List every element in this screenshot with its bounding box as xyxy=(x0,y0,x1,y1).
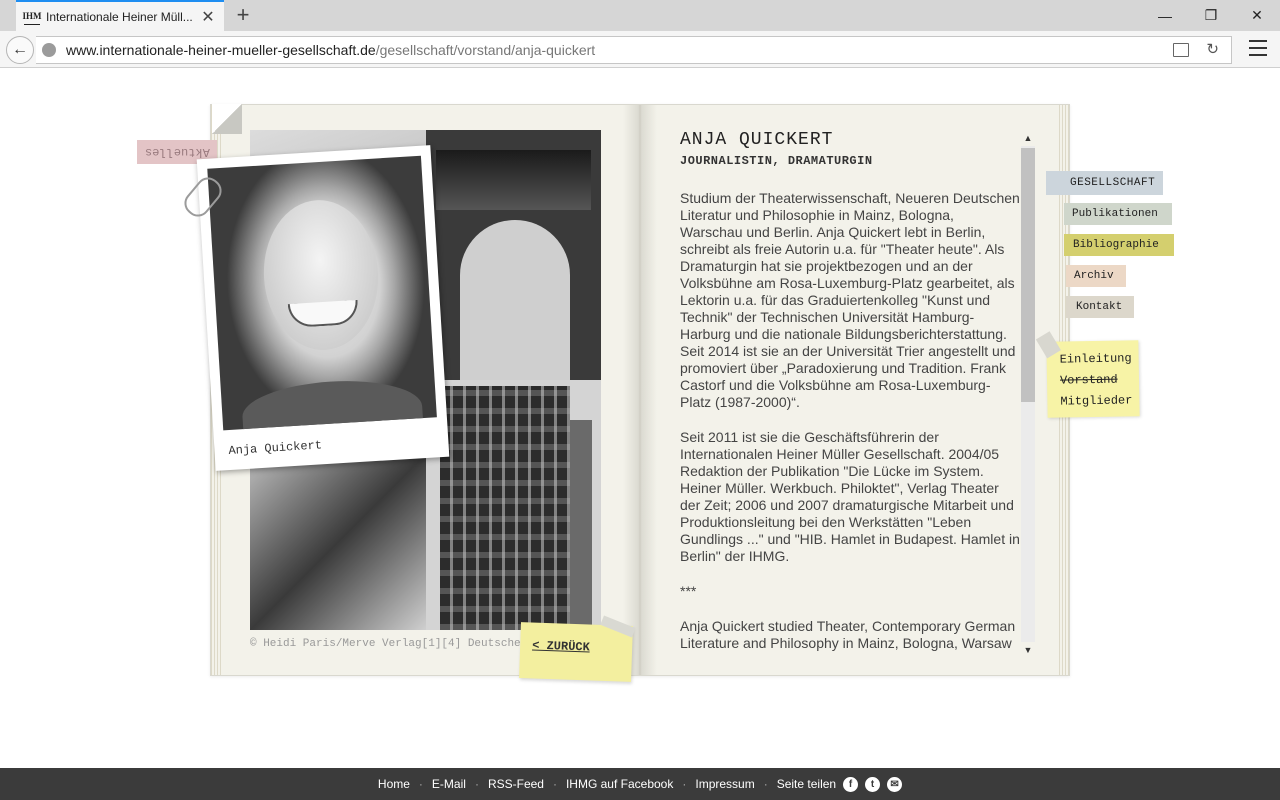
reader-view-icon[interactable] xyxy=(1173,43,1189,57)
browser-tab-bar: IHM Internationale Heiner Müll... ✕ + — … xyxy=(0,0,1280,31)
footer-separator: · xyxy=(682,777,687,791)
photo-broken-glass xyxy=(250,455,426,630)
polaroid-caption: Anja Quickert xyxy=(228,438,323,459)
facebook-icon[interactable]: f xyxy=(843,776,859,792)
subnav-mitglieder[interactable]: Mitglieder xyxy=(1060,390,1139,412)
bio-paragraph-2: Seit 2011 ist sie die Geschäftsführerin … xyxy=(680,429,1020,564)
portrait-shoulders xyxy=(240,376,425,431)
footer-bar: Home · E-Mail · RSS-Feed · IHMG auf Face… xyxy=(0,768,1280,800)
footer-separator: · xyxy=(418,777,423,791)
photo-credit: © Heidi Paris/Merve Verlag[1][4] Deutsch… xyxy=(250,638,530,650)
back-arrow-icon[interactable]: ← xyxy=(6,36,34,64)
content-scrollbar[interactable]: ▲ ▼ xyxy=(1020,130,1036,658)
reload-icon[interactable]: ↻ xyxy=(1206,40,1219,58)
nav-tab-bibliographie[interactable]: Bibliographie xyxy=(1064,234,1174,256)
nav-tab-publikationen[interactable]: Publikationen xyxy=(1064,203,1172,225)
arch-ornament xyxy=(436,150,591,210)
portrait-face xyxy=(259,196,383,354)
page-curl xyxy=(212,104,242,134)
nav-tab-gesellschaft[interactable]: GESELLSCHAFT xyxy=(1046,171,1163,195)
building-side xyxy=(570,420,592,630)
book-spine xyxy=(623,105,657,675)
bio-paragraph-english: Anja Quickert studied Theater, Contempor… xyxy=(680,618,1016,651)
person-name: ANJA QUICKERT xyxy=(680,130,834,150)
aktuelles-label: Aktuelles xyxy=(144,145,210,159)
minimize-icon[interactable]: — xyxy=(1142,0,1188,31)
browser-tab[interactable]: IHM Internationale Heiner Müll... ✕ xyxy=(16,0,224,31)
footer-separator: · xyxy=(763,777,768,791)
footer-link-facebook[interactable]: IHMG auf Facebook xyxy=(566,777,673,791)
new-tab-icon[interactable]: + xyxy=(232,3,254,27)
scroll-thumb[interactable] xyxy=(1021,148,1035,402)
bio-paragraph-1: Studium der Theaterwissenschaft, Neueren… xyxy=(680,190,1020,410)
scroll-down-icon[interactable]: ▼ xyxy=(1022,642,1034,658)
address-bar[interactable]: www.internationale-heiner-mueller-gesell… xyxy=(36,36,1232,64)
photo-building xyxy=(426,380,601,630)
photo-arch xyxy=(426,130,601,380)
back-sticky-note: < ZURÜCK xyxy=(519,615,636,682)
footer-link-impressum[interactable]: Impressum xyxy=(695,777,754,791)
url-text: www.internationale-heiner-mueller-gesell… xyxy=(66,42,595,58)
url-path: /gesellschaft/vorstand/anja-quickert xyxy=(375,42,596,58)
profile-content: ANJA QUICKERT JOURNALISTIN, DRAMATURGIN … xyxy=(680,130,1020,658)
browser-navbar: ← www.internationale-heiner-mueller-gese… xyxy=(0,31,1280,68)
close-window-icon[interactable]: ✕ xyxy=(1234,0,1280,31)
footer-link-rss[interactable]: RSS-Feed xyxy=(488,777,544,791)
nav-tab-kontakt[interactable]: Kontakt xyxy=(1066,296,1134,318)
hamburger-menu-icon[interactable] xyxy=(1249,40,1267,56)
globe-icon xyxy=(42,43,56,57)
footer-link-home[interactable]: Home xyxy=(378,777,410,791)
footer-separator: · xyxy=(474,777,479,791)
url-host: www.internationale-heiner-mueller-gesell… xyxy=(66,42,376,58)
footer-separator: · xyxy=(552,777,557,791)
subnav-sticky-note: Einleitung Vorstand Mitglieder xyxy=(1035,331,1140,418)
footer-share-label: Seite teilen xyxy=(776,777,837,791)
footer-link-email[interactable]: E-Mail xyxy=(432,777,466,791)
building-facade xyxy=(440,386,570,630)
portrait-polaroid: Anja Quickert xyxy=(196,145,450,471)
close-tab-icon[interactable]: ✕ xyxy=(200,7,216,27)
subnav-vorstand[interactable]: Vorstand xyxy=(1060,369,1139,391)
subnav-einleitung[interactable]: Einleitung xyxy=(1059,348,1138,370)
twitter-icon[interactable]: t xyxy=(865,776,881,792)
tab-title: Internationale Heiner Müll... xyxy=(46,9,193,24)
restore-icon[interactable]: ❐ xyxy=(1188,0,1234,31)
person-role: JOURNALISTIN, DRAMATURGIN xyxy=(680,154,873,168)
portrait-photo xyxy=(207,155,437,431)
back-link[interactable]: < ZURÜCK xyxy=(532,638,590,654)
site-favicon-icon: IHM xyxy=(23,9,42,25)
arch-opening xyxy=(460,220,570,380)
mail-icon[interactable]: ✉ xyxy=(887,776,903,792)
bio-separator: *** xyxy=(680,583,697,599)
nav-tab-archiv[interactable]: Archiv xyxy=(1066,265,1126,287)
scroll-up-icon[interactable]: ▲ xyxy=(1022,130,1034,146)
